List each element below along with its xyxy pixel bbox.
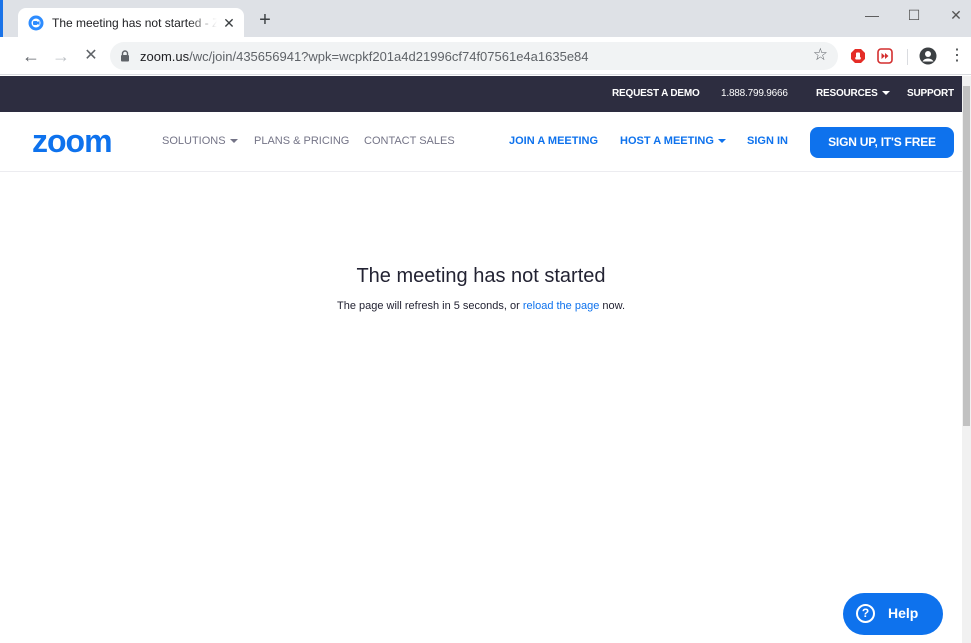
toolbar-separator bbox=[907, 49, 908, 65]
forward-icon[interactable]: → bbox=[50, 46, 72, 68]
refresh-notice: The page will refresh in 5 seconds, or r… bbox=[0, 300, 962, 312]
browser-toolbar: ← → ✕ zoom.us/wc/join/435656941?wpk=wcpk… bbox=[0, 37, 971, 75]
reload-page-link[interactable]: reload the page bbox=[523, 300, 599, 312]
minimize-icon[interactable]: — bbox=[850, 0, 894, 30]
back-icon[interactable]: ← bbox=[20, 46, 42, 68]
stop-loading-icon[interactable]: ✕ bbox=[80, 46, 102, 68]
solutions-menu[interactable]: SOLUTIONS bbox=[162, 135, 238, 147]
page-title: The meeting has not started bbox=[356, 265, 606, 287]
media-extension-icon[interactable] bbox=[877, 48, 893, 64]
host-meeting-label: HOST A MEETING bbox=[620, 135, 714, 147]
tab-close-icon[interactable]: ✕ bbox=[220, 14, 238, 32]
refresh-text-end: now. bbox=[599, 300, 625, 312]
help-button[interactable]: ? Help bbox=[843, 593, 943, 635]
svg-text:zoom: zoom bbox=[32, 128, 112, 156]
host-meeting-menu[interactable]: HOST A MEETING bbox=[620, 135, 726, 147]
profile-avatar-icon[interactable] bbox=[919, 47, 937, 65]
plans-pricing-link[interactable]: PLANS & PRICING bbox=[254, 135, 349, 147]
resources-menu[interactable]: RESOURCES bbox=[816, 88, 890, 99]
meeting-status-message: The meeting has not started The page wil… bbox=[0, 265, 962, 312]
lock-icon bbox=[121, 50, 129, 62]
zoom-main-nav: zoom SOLUTIONS PLANS & PRICING CONTACT S… bbox=[0, 112, 962, 172]
zoom-utility-bar: REQUEST A DEMO 1.888.799.9666 RESOURCES … bbox=[0, 76, 962, 112]
zoom-logo[interactable]: zoom bbox=[32, 128, 136, 156]
chevron-down-icon bbox=[229, 139, 238, 143]
new-tab-icon[interactable]: + bbox=[255, 10, 275, 31]
tab-title: The meeting has not started - Zoom bbox=[52, 16, 217, 30]
zoom-favicon-icon bbox=[28, 15, 44, 31]
chevron-down-icon bbox=[717, 139, 726, 143]
join-meeting-link[interactable]: JOIN A MEETING bbox=[509, 135, 598, 147]
help-label: Help bbox=[888, 605, 919, 621]
request-demo-link[interactable]: REQUEST A DEMO bbox=[612, 88, 700, 99]
window-close-icon[interactable]: ✕ bbox=[934, 0, 971, 30]
url-text: zoom.us/wc/join/435656941?wpk=wcpkf201a4… bbox=[140, 49, 589, 64]
sign-up-button[interactable]: SIGN UP, IT'S FREE bbox=[810, 127, 954, 158]
chevron-down-icon bbox=[881, 91, 890, 95]
browser-menu-icon[interactable]: ⋮ bbox=[946, 46, 968, 68]
browser-tab[interactable]: The meeting has not started - Zoom ✕ bbox=[18, 8, 244, 37]
address-bar[interactable]: zoom.us/wc/join/435656941?wpk=wcpkf201a4… bbox=[110, 42, 838, 70]
url-path: /wc/join/435656941?wpk=wcpkf201a4d21996c… bbox=[189, 49, 589, 64]
sign-in-link[interactable]: SIGN IN bbox=[747, 135, 788, 147]
adblock-extension-icon[interactable] bbox=[850, 48, 866, 64]
phone-link[interactable]: 1.888.799.9666 bbox=[721, 88, 788, 99]
support-link[interactable]: SUPPORT bbox=[907, 88, 954, 99]
refresh-text: The page will refresh in 5 seconds, or bbox=[336, 300, 523, 312]
bookmark-star-icon[interactable]: ☆ bbox=[813, 45, 828, 65]
url-host: zoom.us bbox=[140, 49, 190, 64]
scrollbar-thumb[interactable] bbox=[963, 86, 970, 426]
help-question-icon: ? bbox=[856, 604, 875, 623]
contact-sales-link[interactable]: CONTACT SALES bbox=[364, 135, 455, 147]
solutions-label: SOLUTIONS bbox=[162, 135, 226, 147]
resources-label: RESOURCES bbox=[816, 88, 878, 99]
maximize-icon[interactable]: ☐ bbox=[892, 0, 936, 30]
tabstrip-edge bbox=[0, 0, 3, 37]
page-scrollbar[interactable] bbox=[962, 76, 971, 643]
browser-tabstrip: The meeting has not started - Zoom ✕ + —… bbox=[0, 0, 971, 37]
